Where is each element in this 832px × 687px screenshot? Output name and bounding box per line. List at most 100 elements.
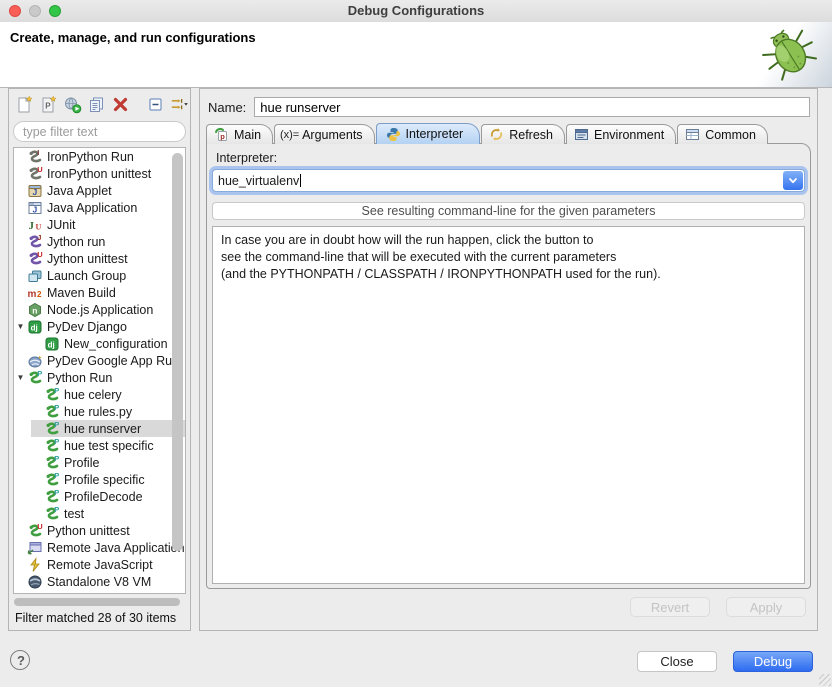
tree-item-label: Python unittest (47, 524, 130, 538)
svg-text:P: P (54, 489, 59, 497)
svg-text:J: J (33, 187, 38, 197)
combo-dropdown-button[interactable] (783, 171, 803, 190)
tree-item-hue-runserver[interactable]: Phue runserver (31, 420, 185, 437)
jython-run-icon: J (27, 234, 43, 250)
dialog-header: Create, manage, and run configurations (0, 22, 832, 88)
tree-item-test[interactable]: Ptest (31, 505, 185, 522)
svg-text:P: P (54, 472, 59, 480)
new-launch-configuration-icon[interactable] (15, 95, 34, 115)
window-title: Debug Configurations (0, 0, 832, 21)
delete-launch-configuration-icon[interactable] (111, 95, 130, 115)
tree-item-jython-run[interactable]: JJython run (14, 233, 185, 250)
tab-refresh[interactable]: Refresh (481, 124, 565, 144)
main-tab-icon: p (214, 127, 229, 142)
tree-item-profile-specific[interactable]: PProfile specific (31, 471, 185, 488)
tree-item-remote-java-application[interactable]: Remote Java Application (14, 539, 185, 556)
titlebar: Debug Configurations (0, 0, 832, 23)
svg-text:J: J (29, 220, 35, 232)
help-button[interactable]: ? (10, 650, 30, 670)
filter-status: Filter matched 28 of 30 items (15, 611, 176, 625)
new-launch-configuration-prototype-icon[interactable]: P (39, 95, 58, 115)
tab-arguments[interactable]: (x)=Arguments (274, 124, 374, 144)
environment-icon (574, 127, 589, 142)
tree-item-jython-unittest[interactable]: UJython unittest (14, 250, 185, 267)
filter-input[interactable] (13, 121, 186, 142)
tab-common[interactable]: Common (677, 124, 768, 144)
tree-item-java-application[interactable]: JJava Application (14, 199, 185, 216)
tree-item-pydev-google-app-run[interactable]: PyDev Google App Run (14, 352, 185, 369)
maven-icon: m2 (27, 285, 43, 301)
tree-item-standalone-v8-vm[interactable]: Standalone V8 VM (14, 573, 185, 590)
tree-item-label: PyDev Django (47, 320, 127, 334)
resize-grip[interactable] (819, 674, 831, 686)
disclosure-triangle[interactable]: ▼ (14, 318, 27, 335)
name-label: Name: (208, 100, 246, 115)
svg-text:P: P (54, 438, 59, 446)
tab-label: Main (234, 128, 261, 142)
tree-item-junit[interactable]: JUJUnit (14, 216, 185, 233)
export-launch-configurations-icon[interactable] (63, 95, 82, 115)
tree-item-label: hue test specific (64, 439, 154, 453)
remote-java-icon (27, 540, 43, 556)
interpreter-value: hue_virtualenv (213, 174, 299, 188)
zoom-window-button[interactable] (49, 5, 61, 17)
svg-text:m: m (28, 289, 37, 300)
tree-item-hue-rules-py[interactable]: Phue rules.py (31, 403, 185, 420)
tree-item-python-unittest[interactable]: UPython unittest (14, 522, 185, 539)
tree-horizontal-scrollbar[interactable] (13, 597, 186, 607)
apply-button[interactable]: Apply (726, 597, 806, 617)
disclosure-triangle[interactable]: ▼ (14, 369, 27, 386)
tree-item-ironpython-run[interactable]: IIronPython Run (14, 148, 185, 165)
duplicate-launch-configuration-icon[interactable] (87, 95, 106, 115)
tree-item-java-applet[interactable]: J Java Applet (14, 182, 185, 199)
tree-vertical-scrollbar[interactable] (172, 153, 183, 551)
collapse-all-icon[interactable] (146, 95, 165, 115)
tree-item-profiledecode[interactable]: PProfileDecode (31, 488, 185, 505)
close-window-button[interactable] (9, 5, 21, 17)
text-caret (300, 174, 301, 187)
debug-button[interactable]: Debug (733, 651, 813, 672)
tree-item-hue-test-specific[interactable]: Phue test specific (31, 437, 185, 454)
tree-item-label: Remote Java Application (47, 541, 185, 555)
refresh-icon (489, 127, 504, 142)
svg-text:P: P (54, 506, 59, 514)
svg-text:P: P (54, 387, 59, 395)
tab-label: Environment (594, 128, 664, 142)
tree-item-python-run[interactable]: ▼PPython Run (14, 369, 185, 386)
python-run-icon: P (27, 370, 43, 386)
minimize-window-button[interactable] (29, 5, 41, 17)
see-command-line-button[interactable]: See resulting command-line for the given… (212, 202, 805, 220)
tree-item-label: IronPython Run (47, 150, 134, 164)
python-run-icon: P (44, 404, 60, 420)
tree-item-profile[interactable]: PProfile (31, 454, 185, 471)
tree-item-launch-group[interactable]: Launch Group (14, 267, 185, 284)
interpreter-combo[interactable]: hue_virtualenv (212, 169, 805, 192)
svg-text:2: 2 (37, 290, 42, 299)
tree-item-label: Node.js Application (47, 303, 153, 317)
tree-item-maven-build[interactable]: m2Maven Build (14, 284, 185, 301)
tree-item-ironpython-unittest[interactable]: UIronPython unittest (14, 165, 185, 182)
scrollbar-thumb[interactable] (14, 598, 180, 606)
tree-item-pydev-django[interactable]: ▼djPyDev Django (14, 318, 185, 335)
name-input[interactable] (254, 97, 810, 117)
tree-item-hue-celery[interactable]: Phue celery (31, 386, 185, 403)
tree-item-remote-javascript[interactable]: Remote JavaScript (14, 556, 185, 573)
tree-item-label: Java Applet (47, 184, 112, 198)
svg-text:p: p (220, 132, 225, 141)
tab-interpreter[interactable]: Interpreter (376, 123, 481, 144)
filter-launch-configurations-icon[interactable] (170, 95, 190, 115)
svg-text:J: J (37, 234, 41, 242)
nodejs-icon: n (27, 302, 43, 318)
tree-item-new-configuration[interactable]: djNew_configuration (31, 335, 185, 352)
interpreter-tab-panel: Interpreter: hue_virtualenv See resultin… (206, 143, 811, 589)
debug-banner (745, 22, 832, 87)
svg-text:P: P (54, 421, 59, 429)
pydev-django-icon: dj (44, 336, 60, 352)
tab-main[interactable]: p Main (206, 124, 273, 144)
tree-item-node-js-application[interactable]: n Node.js Application (14, 301, 185, 318)
tab-environment[interactable]: Environment (566, 124, 676, 144)
revert-button[interactable]: Revert (630, 597, 710, 617)
python-run-icon: P (44, 421, 60, 437)
close-button[interactable]: Close (637, 651, 717, 672)
tree-item-label: Profile (64, 456, 99, 470)
